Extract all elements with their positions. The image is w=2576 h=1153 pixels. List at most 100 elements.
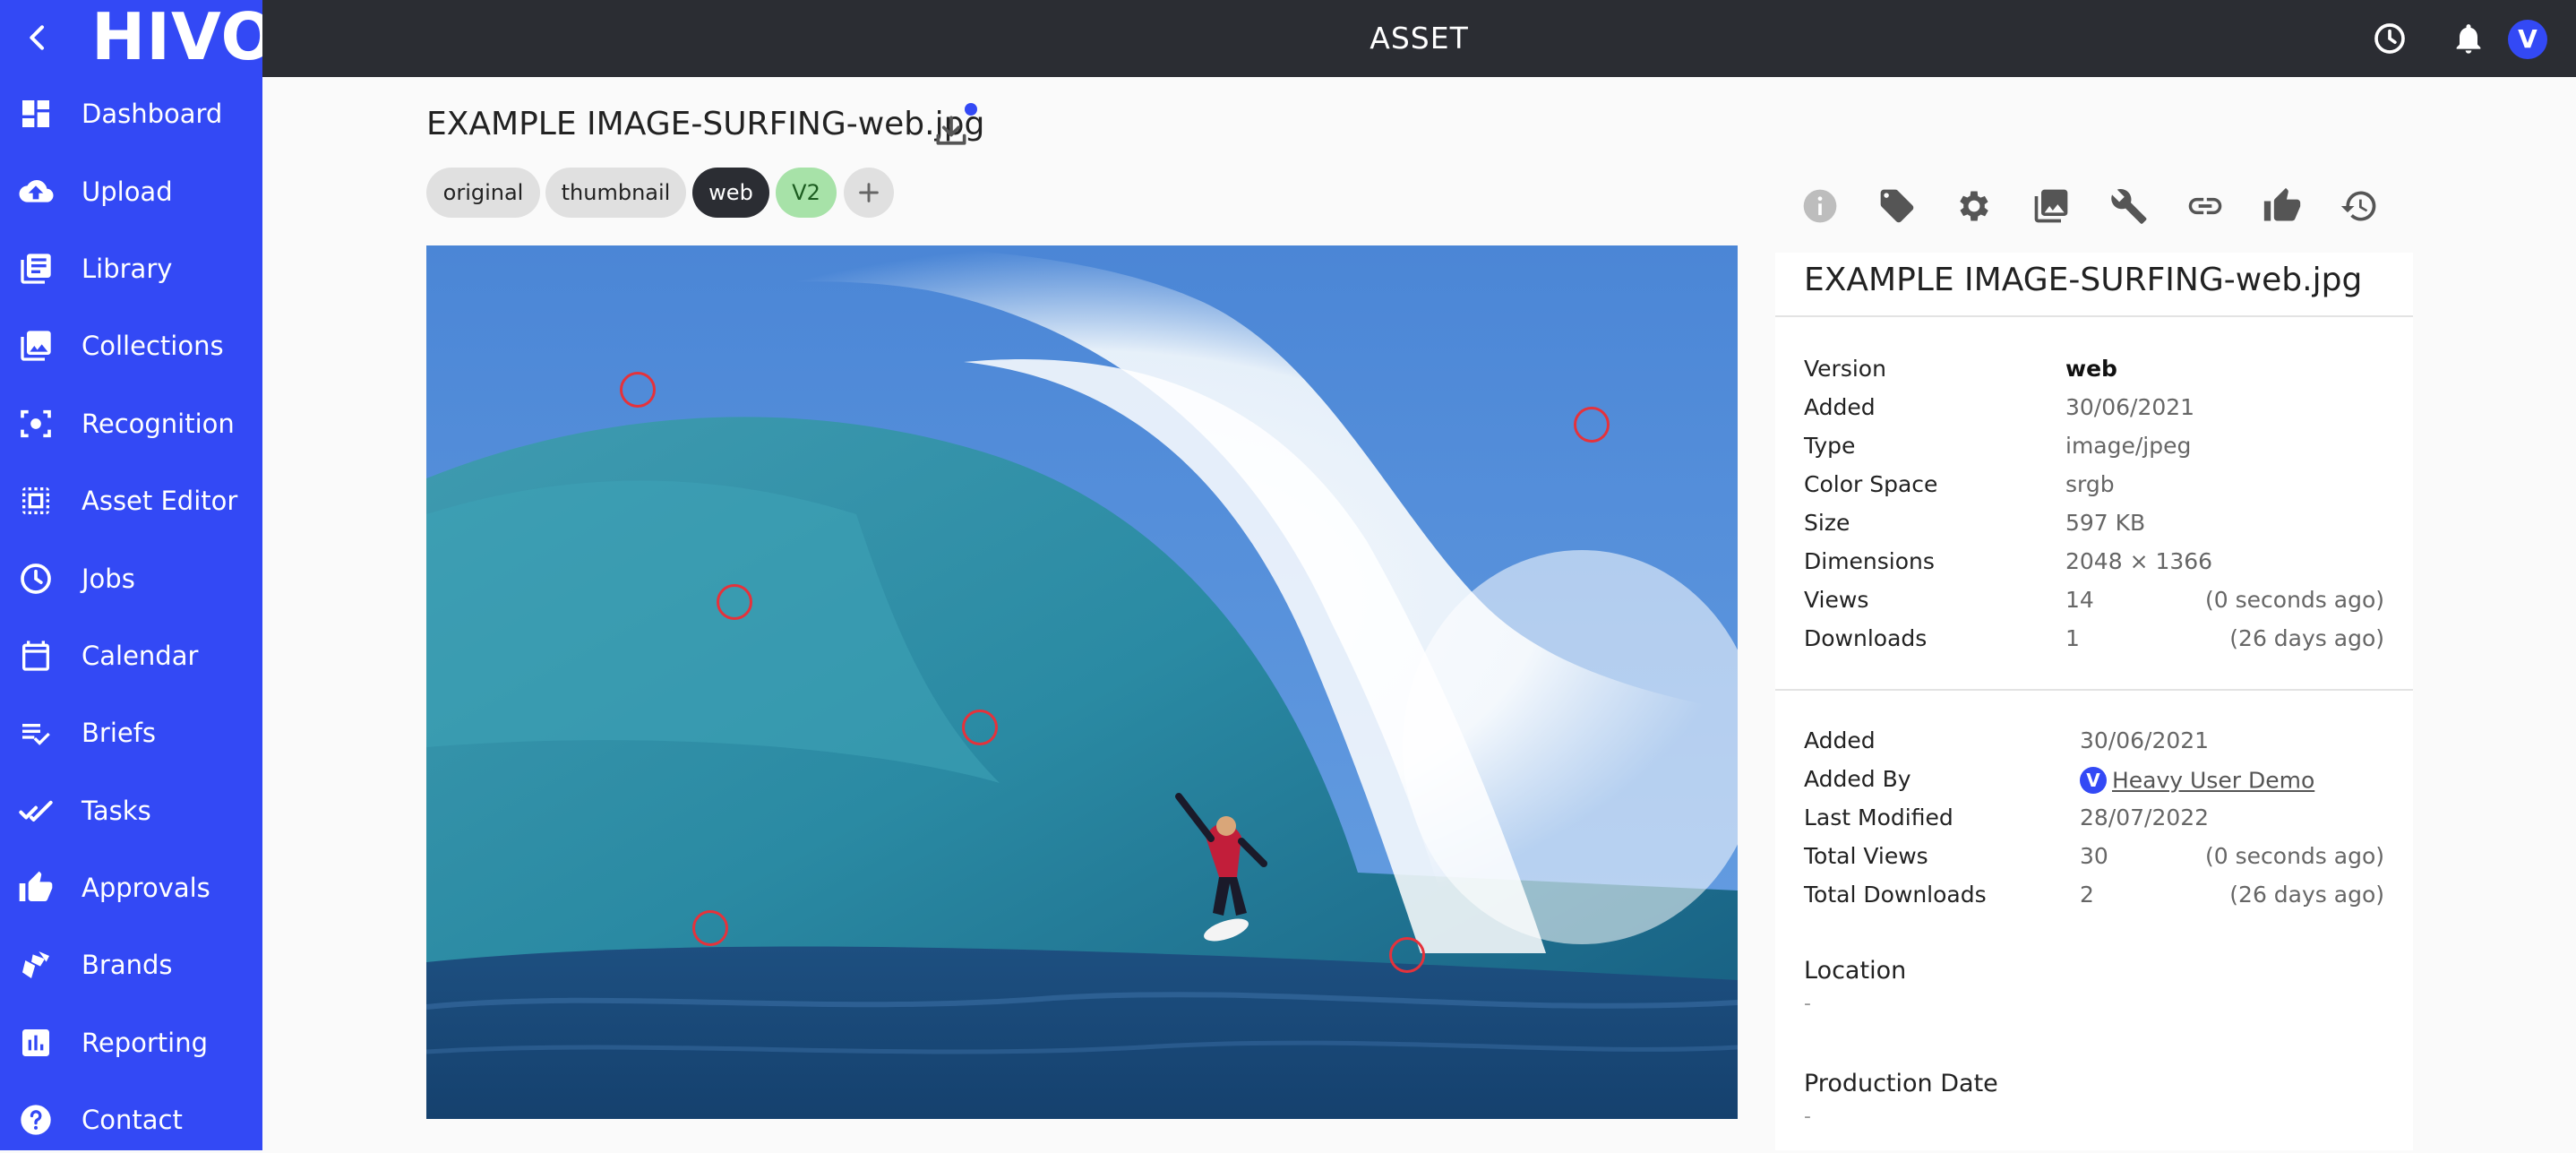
annotation-marker[interactable] xyxy=(717,584,752,620)
images-icon[interactable] xyxy=(2031,186,2071,226)
sidebar-item-recognition[interactable]: Recognition xyxy=(0,391,262,457)
sidebar-header: HIVO xyxy=(0,0,276,77)
annotation-marker[interactable] xyxy=(1574,407,1610,443)
info-value: 1 xyxy=(2065,625,2080,651)
surfing-wave-image xyxy=(426,245,1738,1119)
details-title: EXAMPLE IMAGE-SURFING-web.jpg xyxy=(1804,262,2363,298)
add-rendition-button[interactable] xyxy=(844,168,894,218)
added-by-link[interactable]: Heavy User Demo xyxy=(2112,768,2314,794)
link-icon[interactable] xyxy=(2185,186,2225,226)
sidebar-item-label: Collections xyxy=(82,331,224,361)
info-extra: (0 seconds ago) xyxy=(2205,587,2384,613)
face-recognition-icon xyxy=(21,409,51,438)
sidebar-item-reporting[interactable]: Reporting xyxy=(0,1010,262,1076)
sidebar-item-brands[interactable]: Brands xyxy=(0,932,262,998)
wrench-icon[interactable] xyxy=(2108,186,2148,226)
info-key: Views xyxy=(1804,587,1869,613)
info-key: Color Space xyxy=(1804,471,1938,497)
briefs-icon xyxy=(22,724,50,745)
history-icon[interactable] xyxy=(2340,186,2379,226)
info-row-total-views: Total Views 30 (0 seconds ago) xyxy=(1804,837,2384,875)
info-icon[interactable] xyxy=(1800,186,1840,226)
info-value: 2048 × 1366 xyxy=(2065,548,2213,574)
info-row-added: Added 30/06/2021 xyxy=(1804,388,2384,426)
info-row-added-by: Added By V Heavy User Demo xyxy=(1804,760,2384,798)
thumbs-up-icon xyxy=(19,871,53,901)
sidebar-item-calendar[interactable]: Calendar xyxy=(0,623,262,689)
sidebar-item-label: Contact xyxy=(82,1105,183,1135)
sidebar-item-label: Tasks xyxy=(82,796,151,826)
info-row-downloads: Downloads 1 (26 days ago) xyxy=(1804,619,2384,658)
chevron-left-icon[interactable] xyxy=(20,20,56,56)
sidebar-item-label: Library xyxy=(82,254,173,284)
sidebar-item-upload[interactable]: Upload xyxy=(0,159,262,225)
rendition-chip-original[interactable]: original xyxy=(426,168,540,218)
sidebar-item-label: Approvals xyxy=(82,873,210,903)
version-badge[interactable]: V2 xyxy=(776,168,837,218)
top-bar: ASSET V xyxy=(262,0,2576,77)
info-key: Added By xyxy=(1804,766,1911,792)
info-row-asset-added: Added 30/06/2021 xyxy=(1804,721,2384,760)
production-date-label: Production Date xyxy=(1804,1070,1998,1097)
notifications-bell-icon[interactable] xyxy=(2451,21,2486,56)
info-row-size: Size 597 KB xyxy=(1804,503,2384,542)
sidebar-item-label: Recognition xyxy=(82,409,235,439)
info-value: 597 KB xyxy=(2065,510,2146,536)
download-icon[interactable] xyxy=(932,111,971,151)
info-key: Added xyxy=(1804,394,1876,420)
brands-icon xyxy=(22,951,49,978)
thumbs-up-icon[interactable] xyxy=(2263,186,2302,226)
info-value: 30/06/2021 xyxy=(2065,394,2195,420)
hivo-logo: HIVO xyxy=(91,0,277,74)
sidebar-item-contact[interactable]: Contact xyxy=(0,1087,262,1153)
info-value: 28/07/2022 xyxy=(2080,805,2210,830)
info-key: Dimensions xyxy=(1804,548,1935,574)
sidebar-item-jobs[interactable]: Jobs xyxy=(0,546,262,612)
sidebar-item-label: Jobs xyxy=(82,564,135,594)
divider xyxy=(1775,315,2413,317)
details-toolbar xyxy=(1775,179,2411,233)
location-label: Location xyxy=(1804,957,1907,985)
rendition-chip-thumbnail[interactable]: thumbnail xyxy=(545,168,686,218)
sidebar-item-approvals[interactable]: Approvals xyxy=(0,855,262,921)
download-indicator-dot xyxy=(965,103,977,116)
plus-icon xyxy=(859,183,879,202)
annotation-marker[interactable] xyxy=(620,372,656,408)
added-by-user: V Heavy User Demo xyxy=(2080,760,2314,800)
divider xyxy=(1775,689,2413,691)
info-extra: (0 seconds ago) xyxy=(2205,843,2384,869)
info-value: 14 xyxy=(2065,587,2094,613)
history-clock-icon[interactable] xyxy=(2372,21,2408,56)
annotation-marker[interactable] xyxy=(692,910,728,946)
sidebar: HIVO Dashboard Upload Library Collection… xyxy=(0,0,276,1153)
tag-icon[interactable] xyxy=(1877,186,1917,226)
sidebar-item-label: Asset Editor xyxy=(82,486,238,516)
info-value: 30/06/2021 xyxy=(2080,727,2210,753)
info-key: Version xyxy=(1804,356,1886,382)
sidebar-item-dashboard[interactable]: Dashboard xyxy=(0,81,262,147)
gear-icon[interactable] xyxy=(1954,186,1994,226)
asset-editor-icon xyxy=(22,487,49,514)
info-extra: (26 days ago) xyxy=(2229,882,2384,908)
sidebar-item-label: Briefs xyxy=(82,718,157,748)
sidebar-item-tasks[interactable]: Tasks xyxy=(0,778,262,844)
annotation-marker[interactable] xyxy=(962,710,998,745)
info-row-color-space: Color Space srgb xyxy=(1804,465,2384,503)
collections-icon xyxy=(21,331,51,361)
annotation-marker[interactable] xyxy=(1389,937,1425,973)
help-icon xyxy=(21,1105,51,1135)
sidebar-item-asset-editor[interactable]: Asset Editor xyxy=(0,468,262,534)
sidebar-item-label: Dashboard xyxy=(82,99,223,129)
info-key: Total Views xyxy=(1804,843,1928,869)
info-value: 30 xyxy=(2080,843,2108,869)
rendition-chip-web[interactable]: web xyxy=(692,168,769,218)
reporting-icon xyxy=(22,1029,49,1056)
info-key: Downloads xyxy=(1804,625,1928,651)
asset-filename: EXAMPLE IMAGE-SURFING-web.jpg xyxy=(426,106,985,142)
sidebar-item-briefs[interactable]: Briefs xyxy=(0,700,262,766)
sidebar-item-library[interactable]: Library xyxy=(0,236,262,302)
asset-details-panel: EXAMPLE IMAGE-SURFING-web.jpg Version we… xyxy=(1775,253,2413,1150)
asset-preview-image[interactable] xyxy=(426,245,1738,1119)
sidebar-item-collections[interactable]: Collections xyxy=(0,313,262,379)
user-avatar[interactable]: V xyxy=(2508,20,2547,59)
